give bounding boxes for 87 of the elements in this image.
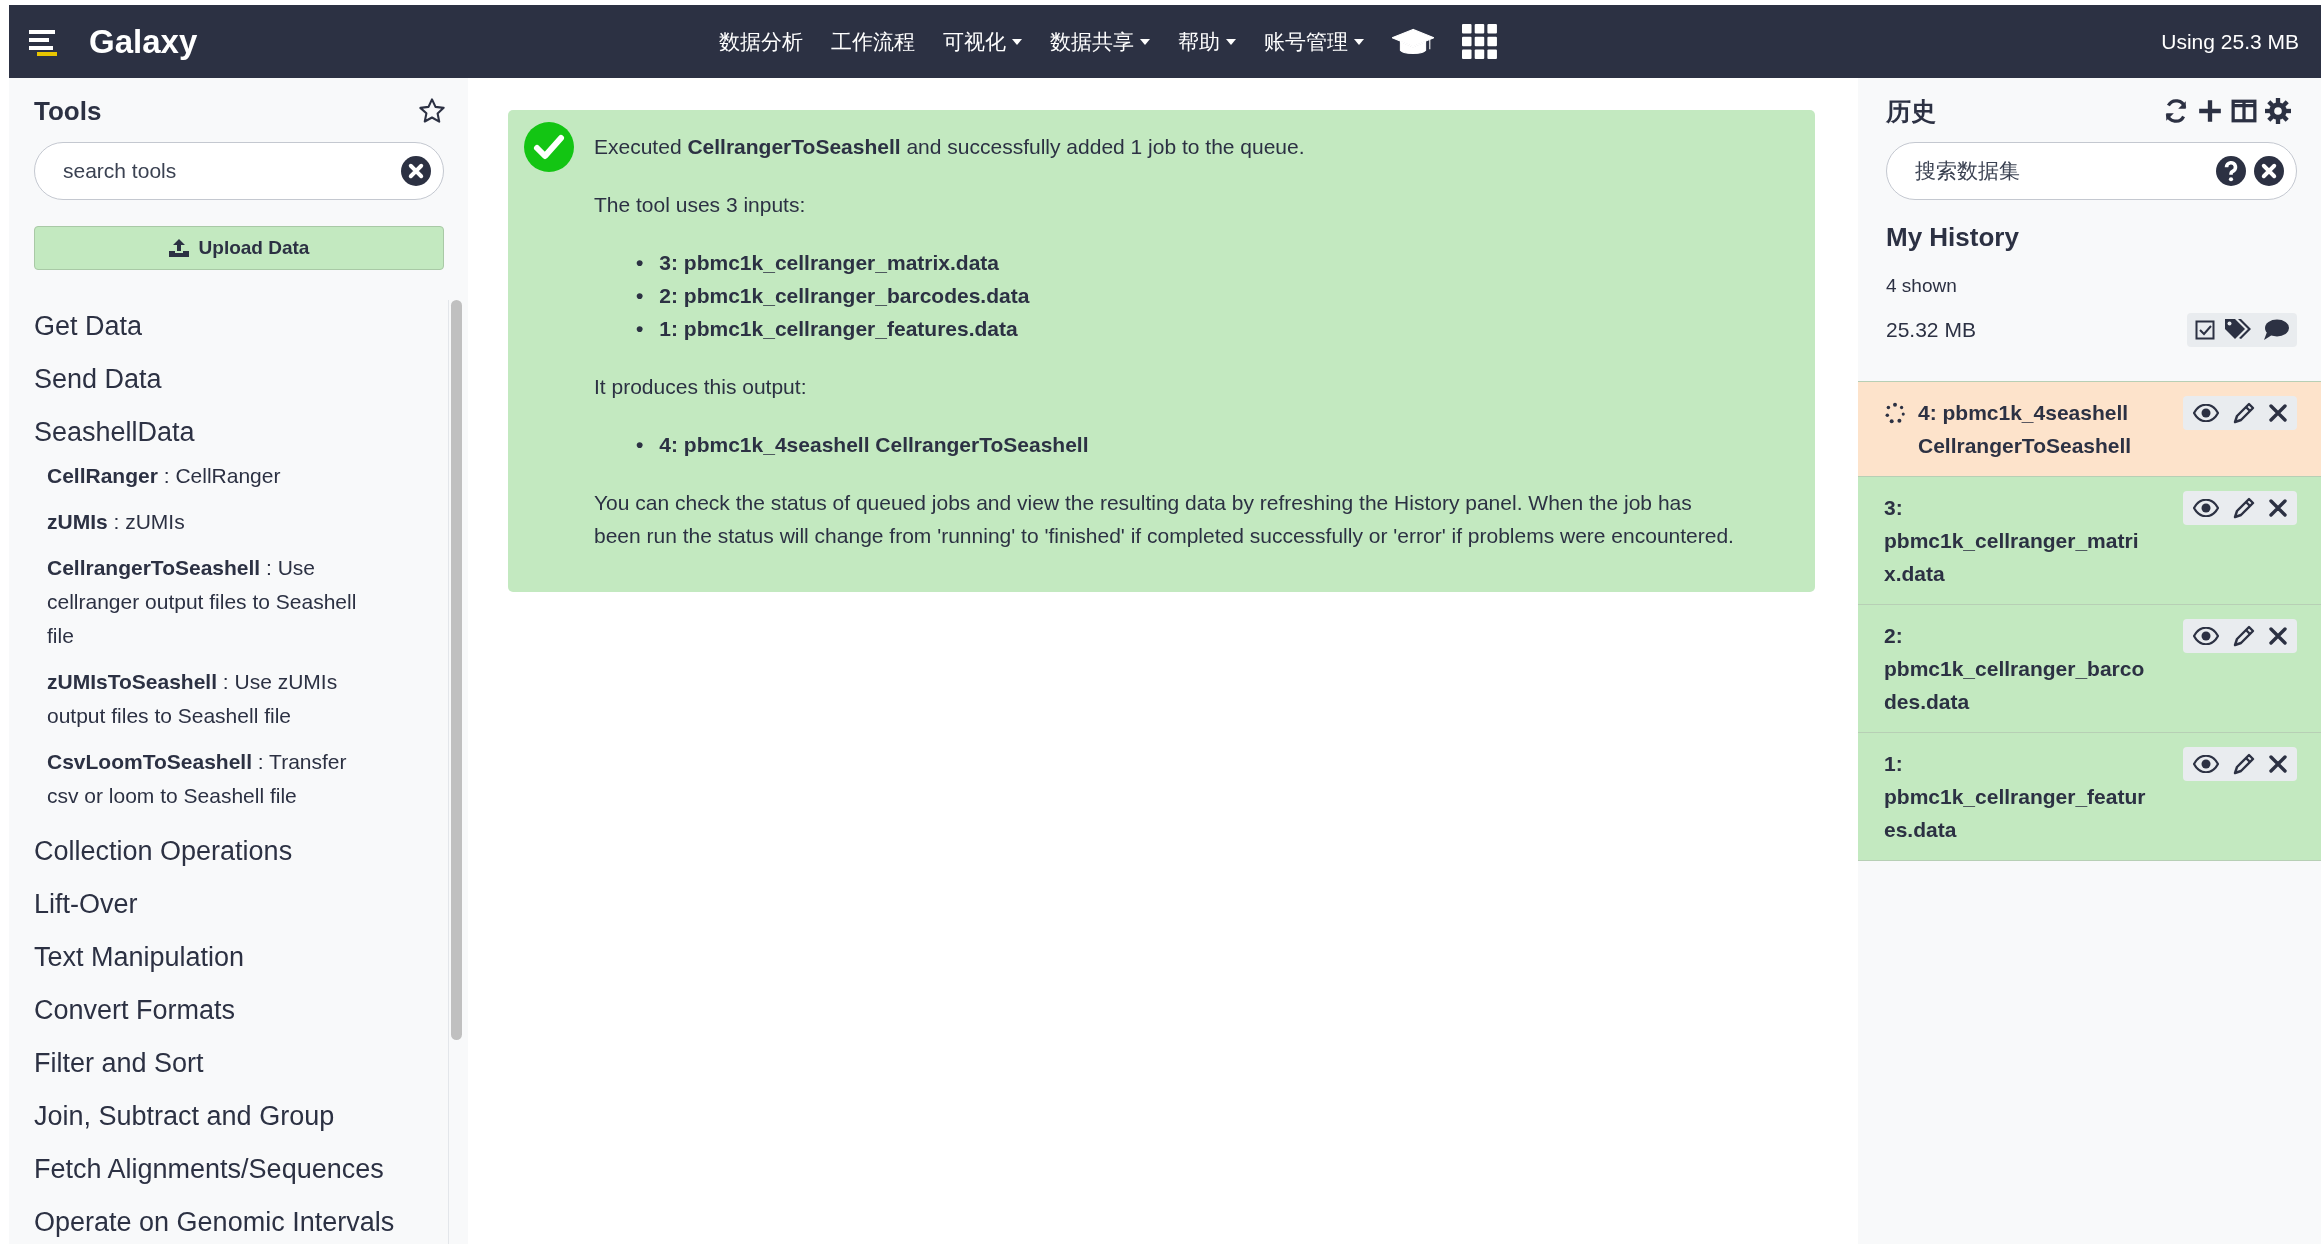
upload-data-button[interactable]: Upload Data — [34, 226, 444, 270]
delete-icon[interactable] — [2269, 499, 2287, 517]
tool-section-link[interactable]: Fetch Alignments/Sequences — [34, 1143, 448, 1196]
caret-icon[interactable] — [1226, 38, 1236, 45]
history-size: 25.32 MB — [1886, 318, 1976, 342]
clear-icon[interactable] — [2254, 156, 2284, 186]
tool-section-link[interactable]: Filter and Sort — [34, 1037, 448, 1090]
grid-icon[interactable] — [1462, 23, 1498, 60]
tool-link[interactable]: zUMIsToSeashell : Use zUMIs output files to Seashell file — [47, 665, 377, 745]
input-dataset: 1: pbmc1k_cellranger_features.data — [659, 316, 1018, 342]
refresh-icon[interactable] — [2163, 98, 2189, 124]
columns-icon[interactable] — [2231, 99, 2257, 123]
dataset-item[interactable]: 1: pbmc1k_cellranger_features.data — [1858, 732, 2321, 861]
delete-icon[interactable] — [2269, 404, 2287, 422]
brand-name[interactable]: Galaxy — [89, 22, 198, 61]
search-input[interactable]: 搜索数据集 — [1913, 158, 2208, 184]
panel-title: Tools — [34, 95, 102, 127]
eye-icon[interactable] — [2193, 755, 2219, 773]
tool-section-link[interactable]: SeashellData — [34, 406, 448, 459]
dataset-item[interactable]: 3: pbmc1k_cellranger_matrix.data — [1858, 476, 2321, 604]
pencil-icon[interactable] — [2233, 497, 2255, 519]
nav-link[interactable]: 账号管理 — [1264, 27, 1348, 56]
nav-link[interactable]: 工作流程 — [831, 27, 915, 56]
graduation-cap-icon[interactable] — [1392, 26, 1434, 57]
plus-icon[interactable] — [2197, 98, 2223, 124]
eye-icon[interactable] — [2193, 404, 2219, 422]
delete-icon[interactable] — [2269, 755, 2287, 773]
caret-icon[interactable] — [1354, 38, 1364, 45]
bullet: • — [636, 283, 644, 309]
pencil-icon[interactable] — [2233, 753, 2255, 775]
tags-icon[interactable] — [2225, 319, 2253, 341]
tool-section-link[interactable]: Send Data — [34, 353, 448, 406]
tool-section-link[interactable]: Convert Formats — [34, 984, 448, 1037]
bullet: • — [636, 250, 644, 276]
clear-icon[interactable] — [401, 156, 431, 186]
tool-section-link[interactable]: Text Manipulation — [34, 931, 448, 984]
tool-link[interactable]: CsvLoomToSeashell : Transfer csv or loom to Seashell file — [47, 745, 377, 825]
help-icon[interactable] — [2216, 156, 2246, 186]
tool-link[interactable]: CellrangerToSeashell : Use cellranger output files to Seashell file — [47, 551, 377, 665]
shown-count: 4 shown — [1886, 275, 1958, 297]
delete-icon[interactable] — [2269, 627, 2287, 645]
message-headline: Executed CellrangerToSeashell and successfully added 1 job to the queue. — [594, 134, 1306, 160]
tool-section-link[interactable]: Join, Subtract and Group — [34, 1090, 448, 1143]
star-icon[interactable] — [418, 97, 446, 125]
eye-icon[interactable] — [2193, 499, 2219, 517]
bullet: • — [636, 316, 644, 342]
nav-link[interactable]: 数据共享 — [1050, 27, 1134, 56]
settings-icon[interactable] — [2265, 98, 2291, 124]
check-circle-icon — [524, 122, 574, 172]
spinner-icon — [1884, 402, 1906, 424]
tool-section-link[interactable]: Operate on Genomic Intervals — [34, 1196, 448, 1244]
output-dataset: 4: pbmc1k_4seashell CellrangerToSeashell — [659, 432, 1089, 458]
tool-section-link[interactable]: Lift-Over — [34, 878, 448, 931]
nav-link[interactable]: 帮助 — [1178, 27, 1220, 56]
tool-link[interactable]: CellRanger : CellRanger — [47, 459, 377, 505]
history-name[interactable]: My History — [1886, 222, 2321, 253]
dataset-title[interactable]: 1: pbmc1k_cellranger_features.data — [1884, 747, 2148, 846]
tool-section-link[interactable]: Collection Operations — [34, 825, 448, 878]
nav-link[interactable]: 数据分析 — [719, 27, 803, 56]
dataset-item[interactable]: 4: pbmc1k_4seashell CellrangerToSeashell — [1858, 381, 2321, 476]
upload-icon — [168, 239, 189, 257]
search-field[interactable]: 搜索数据集 — [1886, 142, 2297, 200]
nav-link[interactable]: 可视化 — [943, 27, 1006, 56]
checkbox-icon[interactable] — [2195, 320, 2215, 340]
panel-title: 历史 — [1886, 95, 1936, 127]
pencil-icon[interactable] — [2233, 402, 2255, 424]
tool-section-link[interactable]: Get Data — [34, 300, 448, 353]
message-text: It produces this output: — [594, 374, 808, 400]
pencil-icon[interactable] — [2233, 625, 2255, 647]
comment-icon[interactable] — [2263, 319, 2289, 341]
search-input[interactable]: search tools — [61, 158, 393, 184]
input-dataset: 2: pbmc1k_cellranger_barcodes.data — [659, 283, 1030, 309]
bullet: • — [636, 432, 644, 458]
tool-link[interactable]: zUMIs : zUMIs — [47, 505, 377, 551]
quota-meter[interactable]: Using 25.3 MB — [2161, 29, 2299, 54]
scrollbar[interactable] — [448, 300, 465, 1244]
dataset-title[interactable]: 3: pbmc1k_cellranger_matrix.data — [1884, 491, 2148, 590]
dataset-title[interactable]: 2: pbmc1k_cellranger_barcodes.data — [1884, 619, 2148, 718]
search-field[interactable]: search tools — [34, 142, 444, 200]
message-text: The tool uses 3 inputs: — [594, 192, 807, 218]
caret-icon[interactable] — [1012, 38, 1022, 45]
message-note: You can check the status of queued jobs and view the resulting data by refreshing the History panel. When the job has been run the status will change from 'running' to 'finished' if completed successfully or 'error' if problems were encountered. — [594, 490, 1734, 549]
dataset-title[interactable]: 4: pbmc1k_4seashell CellrangerToSeashell — [1918, 396, 2148, 462]
caret-icon[interactable] — [1140, 38, 1150, 45]
dataset-item[interactable]: 2: pbmc1k_cellranger_barcodes.data — [1858, 604, 2321, 732]
eye-icon[interactable] — [2193, 627, 2219, 645]
input-dataset: 3: pbmc1k_cellranger_matrix.data — [659, 250, 1000, 276]
